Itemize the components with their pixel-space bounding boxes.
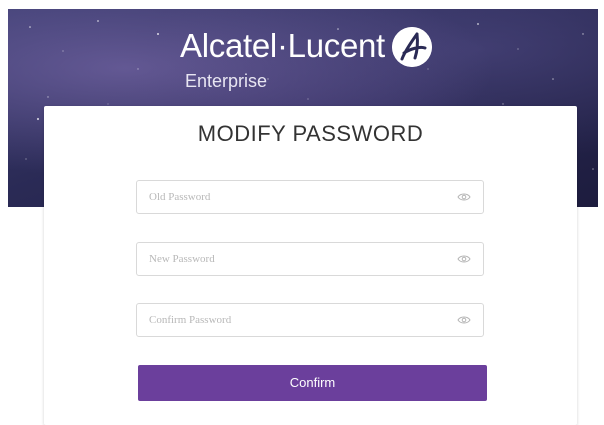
new-password-field[interactable] — [136, 242, 484, 276]
page-title: MODIFY PASSWORD — [197, 121, 424, 146]
confirm-password-input[interactable] — [137, 304, 449, 336]
brand-subtitle: Enterprise — [185, 71, 268, 91]
old-password-field[interactable] — [136, 180, 484, 214]
confirm-button[interactable]: Confirm — [138, 365, 487, 401]
eye-icon[interactable] — [457, 315, 471, 325]
confirm-password-field[interactable] — [136, 303, 484, 337]
new-password-input[interactable] — [137, 243, 449, 275]
alcatel-lucent-logo-icon — [392, 27, 432, 67]
eye-icon[interactable] — [457, 192, 471, 202]
brand-name: Alcatel·Lucent — [180, 27, 385, 64]
eye-icon[interactable] — [457, 254, 471, 264]
old-password-input[interactable] — [137, 181, 449, 213]
modify-password-card: MODIFY PASSWORD Confirm — [44, 106, 577, 425]
